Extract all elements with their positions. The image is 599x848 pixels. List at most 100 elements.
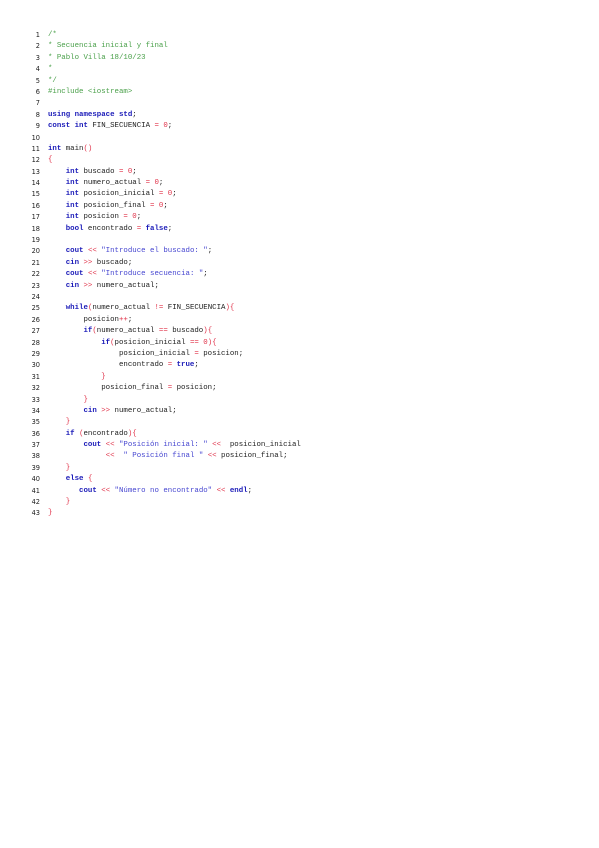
document-page: 1 /* 2 * Secuencia inicial y final 3 * Pablo … — [0, 0, 599, 848]
line-number: 43 — [31, 509, 40, 518]
line-number: 34 — [31, 406, 40, 415]
code-line: 24 — [28, 292, 301, 303]
line-number: 19 — [31, 236, 40, 245]
line-number: 21 — [31, 258, 40, 267]
code-token: << — [87, 247, 97, 256]
code-text: */ — [48, 76, 301, 87]
code-token: () — [83, 144, 93, 153]
code-token: using namespace std — [48, 110, 133, 119]
code-line: 32 posicion_final = posicion; — [28, 383, 301, 394]
code-line: 13 int buscado = 0; — [28, 167, 301, 178]
code-text: * Pablo Villa 18/10/23 — [48, 53, 301, 64]
line-number: 7 — [35, 99, 40, 108]
code-token: posicion; — [172, 384, 217, 393]
code-token: "Introduce el buscado: " — [101, 247, 208, 256]
code-token: bool — [65, 224, 84, 233]
code-token: encontrado — [48, 361, 168, 370]
code-text: using namespace std; — [48, 110, 301, 121]
code-line: 42 } — [28, 497, 301, 508]
line-number: 3 — [35, 53, 40, 62]
line-number: 5 — [35, 76, 40, 85]
code-text: posicion_inicial = posicion; — [48, 349, 301, 360]
code-token: ; — [136, 213, 142, 222]
code-line: 16 int posicion_final = 0; — [28, 201, 301, 212]
code-token: } — [65, 498, 71, 507]
code-text: int numero_actual = 0; — [48, 178, 301, 189]
code-token: posicion_final; — [216, 452, 288, 461]
code-token: int — [65, 201, 80, 210]
line-number: 29 — [31, 349, 40, 358]
code-token: ; — [158, 179, 164, 188]
code-line: 3 * Pablo Villa 18/10/23 — [28, 53, 301, 64]
code-line: 40 else { — [28, 474, 301, 485]
code-token: buscado — [167, 327, 204, 336]
code-line: 14 int numero_actual = 0; — [28, 178, 301, 189]
code-line: 19 — [28, 235, 301, 246]
code-text: } — [48, 497, 301, 508]
code-line: 8 using namespace std; — [28, 110, 301, 121]
code-line: 21 cin >> buscado; — [28, 258, 301, 269]
code-token: */ — [48, 76, 57, 85]
line-number: 37 — [31, 441, 40, 450]
line-number: 22 — [31, 270, 40, 279]
code-token: "Posición inicial: " — [118, 441, 208, 450]
code-token: { — [48, 156, 53, 165]
code-text: } — [48, 372, 301, 383]
code-text: else { — [48, 474, 301, 485]
code-text: cin >> buscado; — [48, 258, 301, 269]
code-text: cin >> numero_actual; — [48, 406, 301, 417]
line-number: 31 — [31, 372, 40, 381]
code-text: while(numero_actual != FIN_SECUENCIA){ — [48, 303, 301, 314]
code-token: ; — [194, 361, 199, 370]
code-line: 37 cout << "Posición inicial: " << posic… — [28, 440, 301, 451]
code-line: 18 bool encontrado = false; — [28, 224, 301, 235]
code-token: >> — [101, 406, 111, 415]
code-token: ; — [207, 247, 213, 256]
code-token: posicion_final — [48, 384, 168, 393]
code-line: 43} — [28, 508, 301, 519]
code-token: cout — [79, 486, 97, 495]
line-number: 23 — [31, 281, 40, 290]
code-token: posicion_inicial — [79, 190, 159, 199]
code-token: cin — [65, 281, 80, 290]
code-text: cin >> numero_actual; — [48, 281, 301, 292]
code-text: int posicion_final = 0; — [48, 201, 301, 212]
code-token: /* — [48, 31, 57, 39]
code-token: cin — [65, 258, 80, 267]
code-text: if(posicion_inicial == 0){ — [48, 338, 301, 349]
code-line: 27 if(numero_actual == buscado){ — [28, 326, 301, 337]
code-text: * Secuencia inicial y final — [48, 41, 301, 52]
code-text: posicion_final = posicion; — [48, 383, 301, 394]
code-line: 23 cin >> numero_actual; — [28, 281, 301, 292]
code-text: * — [48, 64, 301, 75]
code-token: << — [105, 452, 115, 461]
code-text: cout << "Posición inicial: " << posicion… — [48, 440, 300, 451]
code-token: #include <iostream> — [48, 87, 133, 96]
line-number: 14 — [31, 179, 40, 188]
code-token: ; — [127, 315, 133, 324]
code-line: 10 — [28, 133, 301, 144]
code-token: } — [83, 395, 88, 404]
code-token: ; — [132, 110, 137, 119]
code-token: if — [101, 338, 111, 347]
code-token: while — [65, 304, 88, 313]
code-line: 5 */ — [28, 76, 301, 87]
code-text: int main() — [48, 144, 301, 155]
code-token: true — [176, 361, 195, 370]
line-number: 33 — [31, 395, 40, 404]
code-text: const int FIN_SECUENCIA = 0; — [48, 121, 301, 132]
code-token: { — [229, 304, 235, 313]
code-token: int — [65, 167, 80, 176]
code-token: encontrado — [83, 429, 128, 438]
